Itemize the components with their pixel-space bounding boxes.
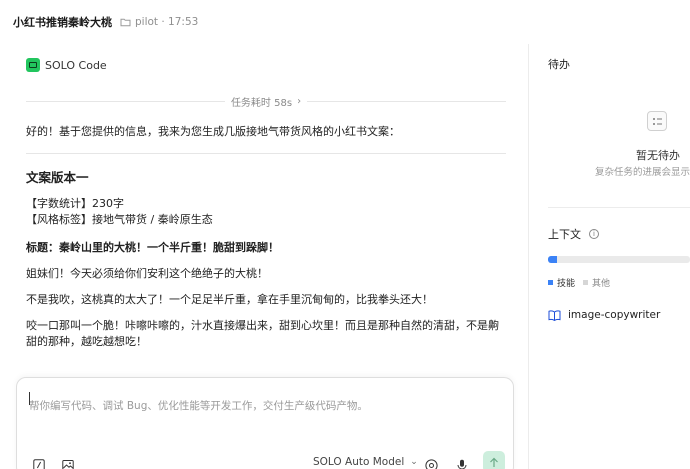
info-icon[interactable]: i — [589, 229, 599, 239]
todo-empty-state: 暂无待办 — [636, 149, 680, 162]
copy-paragraph: 姐妹们！今天必须给你们安利这个绝绝子的大桃！ — [26, 267, 268, 280]
context-mention-icon[interactable] — [423, 457, 439, 469]
arrow-up-icon — [490, 457, 498, 467]
model-label: SOLO Auto Model — [313, 456, 405, 468]
context-usage-bar — [548, 256, 690, 263]
model-selector[interactable]: SOLO Auto Model ⌄ — [313, 456, 418, 468]
context-usage-fill — [548, 256, 557, 263]
copy-title: 标题：秦岭山里的大桃！一个半斤重！脆甜到跺脚！ — [26, 241, 279, 254]
top-bar: 小红书推销秦岭大桃 pilot · 17:53 — [0, 0, 690, 44]
todo-hint: 复杂任务的进展会显示 — [595, 167, 690, 178]
legend-other-label: 其他 — [592, 279, 611, 289]
checklist-icon — [647, 111, 667, 131]
solo-logo-icon — [26, 58, 40, 72]
legend-swatch — [583, 280, 589, 285]
section-heading: 文案版本一 — [26, 170, 89, 185]
divider-line — [307, 100, 506, 102]
folder-icon — [120, 17, 131, 27]
skill-name: image-copywriter — [568, 309, 661, 321]
session-meta: pilot · 17:53 — [135, 16, 199, 28]
legend-skills: 技能 — [548, 276, 575, 289]
section-divider — [548, 207, 690, 208]
legend-swatch — [548, 280, 553, 285]
side-panel: 待办 暂无待办 复杂任务的进展会显示 上下文 i 技能 其他 image-cop… — [529, 44, 690, 469]
copy-paragraph: 咬一口那叫一个脆！咔嚓咔嚓的，汁水直接爆出来，甜到心坎里！而且是那种自然的清甜，… — [26, 319, 499, 348]
todo-title: 待办 — [548, 58, 570, 71]
send-button[interactable] — [483, 451, 505, 469]
microphone-icon[interactable] — [454, 457, 470, 469]
context-title: 上下文 — [548, 228, 581, 241]
slash-command-icon[interactable] — [31, 457, 47, 469]
copy-paragraph: 不是我吹，这桃真的太大了！一个足足半斤重，拿在手里沉甸甸的，比我拳头还大！ — [26, 293, 433, 306]
task-duration-row[interactable]: 任务耗时 58s › — [26, 93, 506, 109]
message-intro: 好的！基于您提供的信息，我来为您生成几版接地气带货风格的小红书文案： — [26, 125, 400, 138]
skill-item[interactable]: image-copywriter — [548, 309, 660, 321]
text-caret — [29, 392, 30, 405]
word-count: 【字数统计】230字 — [26, 197, 124, 210]
composer: SOLO Auto Model ⌄ — [16, 377, 514, 469]
task-duration-label: 任务耗时 58s — [230, 97, 293, 109]
prompt-input[interactable] — [29, 391, 499, 421]
session-title: 小红书推销秦岭大桃 — [13, 16, 112, 29]
context-header: 上下文 i — [548, 226, 599, 242]
agent-header: SOLO Code — [26, 58, 107, 72]
message-content: 好的！基于您提供的信息，我来为您生成几版接地气带货风格的小红书文案： 文案版本一… — [26, 124, 506, 350]
chevron-down-icon: ⌄ — [410, 457, 418, 467]
legend-other: 其他 — [583, 276, 610, 289]
divider-line — [26, 100, 225, 102]
style-tag: 【风格标签】接地气带货 / 秦岭原生态 — [26, 213, 213, 226]
task-duration[interactable]: 任务耗时 58s › — [225, 94, 307, 109]
book-icon — [548, 310, 561, 321]
agent-name: SOLO Code — [45, 58, 107, 72]
chevron-right-icon: › — [297, 95, 302, 107]
legend-skills-label: 技能 — [557, 279, 576, 289]
content-separator — [26, 153, 506, 154]
image-icon[interactable] — [60, 457, 76, 469]
context-legend: 技能 其他 — [548, 276, 618, 289]
